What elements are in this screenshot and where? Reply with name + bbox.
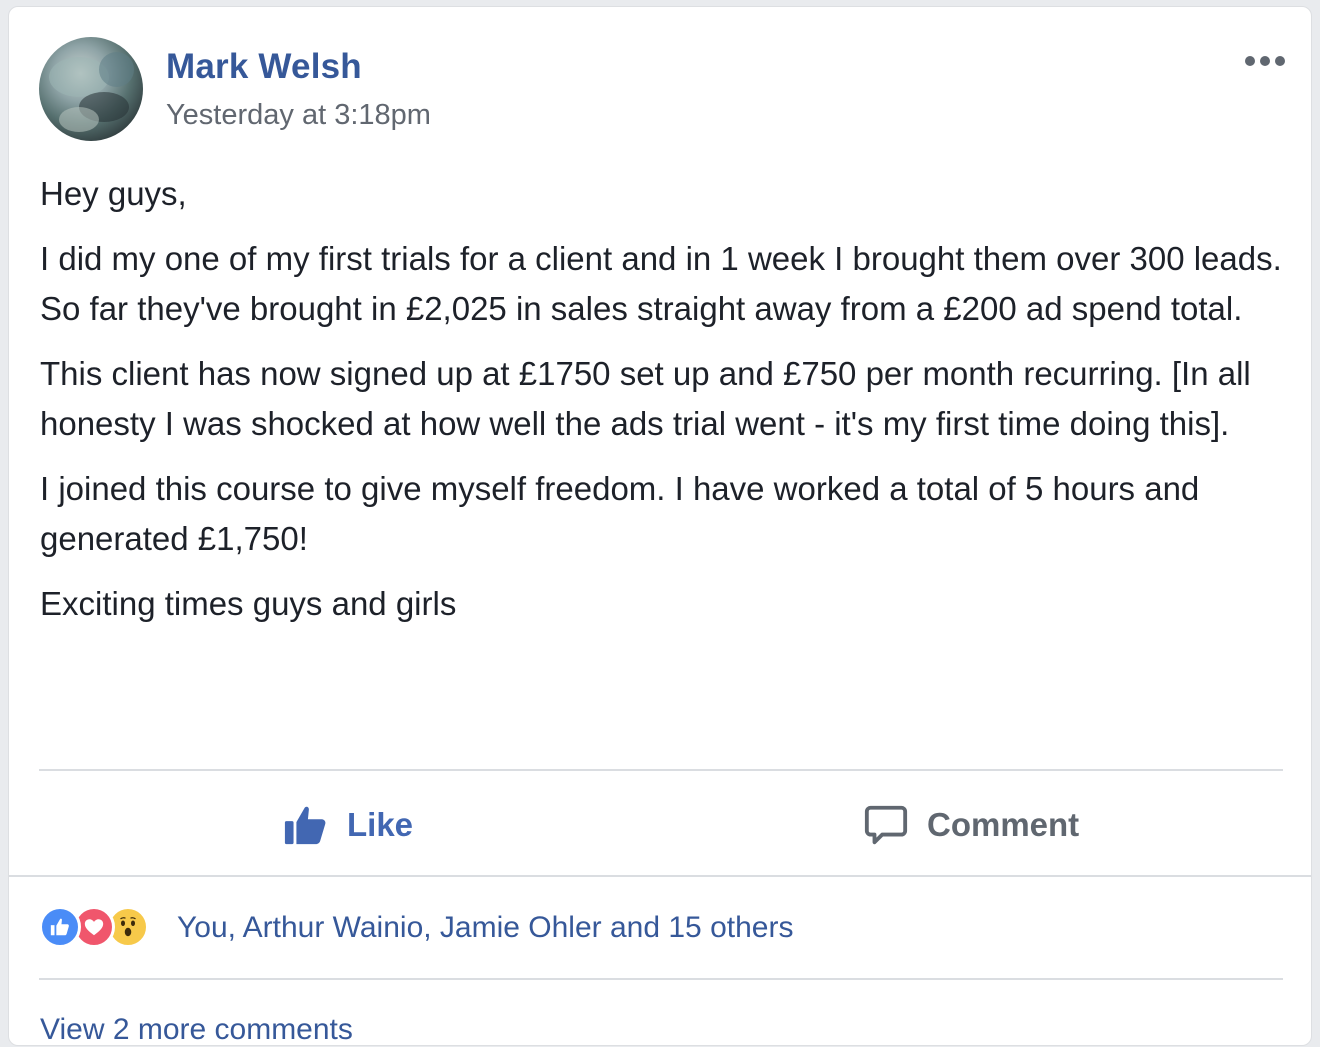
speech-bubble-icon — [864, 805, 908, 845]
divider — [39, 978, 1283, 980]
post-timestamp[interactable]: Yesterday at 3:18pm — [166, 99, 431, 132]
post-paragraph: I joined this course to give myself free… — [40, 470, 1200, 557]
view-more-comments-link[interactable]: View 2 more comments — [40, 1013, 353, 1047]
reaction-icons[interactable] — [39, 904, 149, 950]
divider — [39, 769, 1283, 771]
post-paragraph: This client has now signed up at £1750 s… — [40, 355, 1251, 442]
thumbs-up-icon — [284, 806, 326, 845]
ellipsis-icon[interactable] — [1237, 43, 1293, 79]
like-label: Like — [347, 806, 414, 843]
comment-button[interactable]: Comment — [863, 797, 1079, 853]
post-paragraph: Hey guys, — [40, 175, 187, 212]
post-paragraph: I did my one of my first trials for a cl… — [40, 240, 1282, 327]
avatar[interactable] — [39, 37, 143, 141]
like-icon — [39, 906, 81, 948]
author-name[interactable]: Mark Welsh — [166, 47, 362, 87]
divider — [9, 875, 1311, 877]
post-body: Hey guys, I did my one of my first trial… — [40, 169, 1300, 644]
post-paragraph: Exciting times guys and girls — [40, 585, 457, 622]
like-button[interactable]: Like — [283, 797, 413, 853]
comment-label: Comment — [927, 806, 1080, 843]
post-card: Mark Welsh Yesterday at 3:18pm Hey guys,… — [8, 6, 1312, 1046]
reaction-summary[interactable]: You, Arthur Wainio, Jamie Ohler and 15 o… — [177, 911, 793, 945]
